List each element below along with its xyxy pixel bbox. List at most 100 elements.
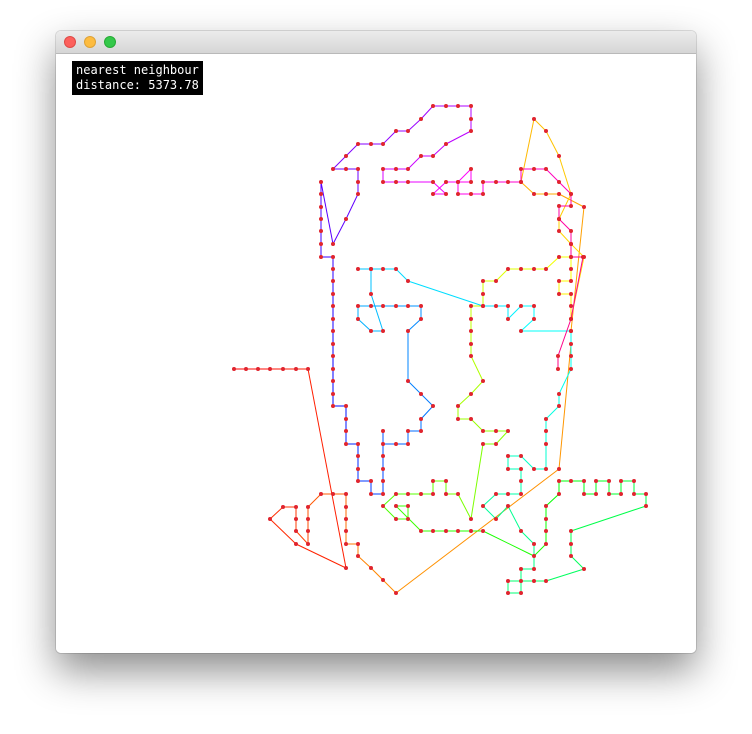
path-segment <box>545 256 560 270</box>
path-point <box>556 354 560 358</box>
path-point <box>569 255 573 259</box>
path-point <box>356 479 360 483</box>
path-segment <box>320 181 334 245</box>
path-point <box>469 129 473 133</box>
path-point <box>294 505 298 509</box>
path-point <box>557 492 561 496</box>
path-point <box>607 492 611 496</box>
path-point <box>544 579 548 583</box>
path-point <box>344 217 348 221</box>
path-point <box>381 504 385 508</box>
path-point <box>319 242 323 246</box>
path-point <box>469 529 473 533</box>
path-point <box>469 342 473 346</box>
path-point <box>557 392 561 396</box>
path-point <box>381 142 385 146</box>
path-point <box>331 292 335 296</box>
path-point <box>419 317 423 321</box>
path-point <box>419 429 423 433</box>
path-point <box>544 129 548 133</box>
path-point <box>306 367 310 371</box>
path-point <box>519 267 523 271</box>
path-point <box>456 192 460 196</box>
path-point <box>494 279 498 283</box>
path-segment <box>382 579 397 594</box>
path-point <box>569 329 573 333</box>
path-point <box>481 192 485 196</box>
path-point <box>394 304 398 308</box>
path-point <box>381 492 385 496</box>
path-point <box>469 117 473 121</box>
minimize-window-button[interactable] <box>84 36 96 48</box>
path-point <box>569 192 573 196</box>
path-point <box>557 479 561 483</box>
path-point <box>456 104 460 108</box>
path-point <box>344 505 348 509</box>
path-point <box>619 492 623 496</box>
path-point <box>469 392 473 396</box>
path-segment <box>570 505 647 532</box>
path-point <box>381 467 385 471</box>
path-point <box>394 180 398 184</box>
path-segment <box>269 506 284 520</box>
path-point <box>381 304 385 308</box>
path-point <box>381 180 385 184</box>
path-point <box>532 317 536 321</box>
path-point <box>294 542 298 546</box>
path-point <box>481 279 485 283</box>
path-point <box>456 180 460 184</box>
path-point <box>419 529 423 533</box>
path-point <box>381 267 385 271</box>
path-point <box>557 192 561 196</box>
path-point <box>569 229 573 233</box>
path-point <box>594 492 598 496</box>
path-point <box>569 342 573 346</box>
path-point <box>506 317 510 321</box>
title-bar[interactable] <box>56 31 696 54</box>
path-segment <box>558 368 572 395</box>
maximize-window-button[interactable] <box>104 36 116 48</box>
path-point <box>369 492 373 496</box>
path-point <box>532 542 536 546</box>
path-segment <box>382 130 397 145</box>
path-point <box>519 479 523 483</box>
path-segment <box>345 143 359 157</box>
path-point <box>268 367 272 371</box>
path-point <box>406 504 410 508</box>
path-segment <box>407 280 484 307</box>
path-point <box>344 417 348 421</box>
path-point <box>356 267 360 271</box>
path-point <box>557 204 561 208</box>
path-point <box>356 304 360 308</box>
path-point <box>356 142 360 146</box>
path-point <box>356 442 360 446</box>
path-point <box>344 154 348 158</box>
path-point <box>494 442 498 446</box>
path-point <box>331 367 335 371</box>
path-point <box>331 329 335 333</box>
path-point <box>481 379 485 383</box>
path-point <box>356 192 360 196</box>
path-segment <box>407 380 422 395</box>
path-point <box>569 267 573 271</box>
path-point <box>319 217 323 221</box>
path-segment <box>570 243 585 258</box>
distance-label: distance: 5373.78 <box>76 78 199 92</box>
close-window-button[interactable] <box>64 36 76 48</box>
path-segment <box>457 493 472 520</box>
path-segment <box>520 318 535 332</box>
path-point <box>356 317 360 321</box>
path-segment <box>407 318 422 332</box>
path-point <box>406 492 410 496</box>
path-point <box>381 167 385 171</box>
path-segment <box>445 130 472 145</box>
path-point <box>381 442 385 446</box>
path-segment <box>470 443 484 520</box>
path-point <box>519 492 523 496</box>
path-point <box>557 217 561 221</box>
path-point <box>481 504 485 508</box>
path-point <box>519 167 523 171</box>
path-point <box>306 529 310 533</box>
path-point <box>519 579 523 583</box>
path-segment <box>520 118 535 183</box>
